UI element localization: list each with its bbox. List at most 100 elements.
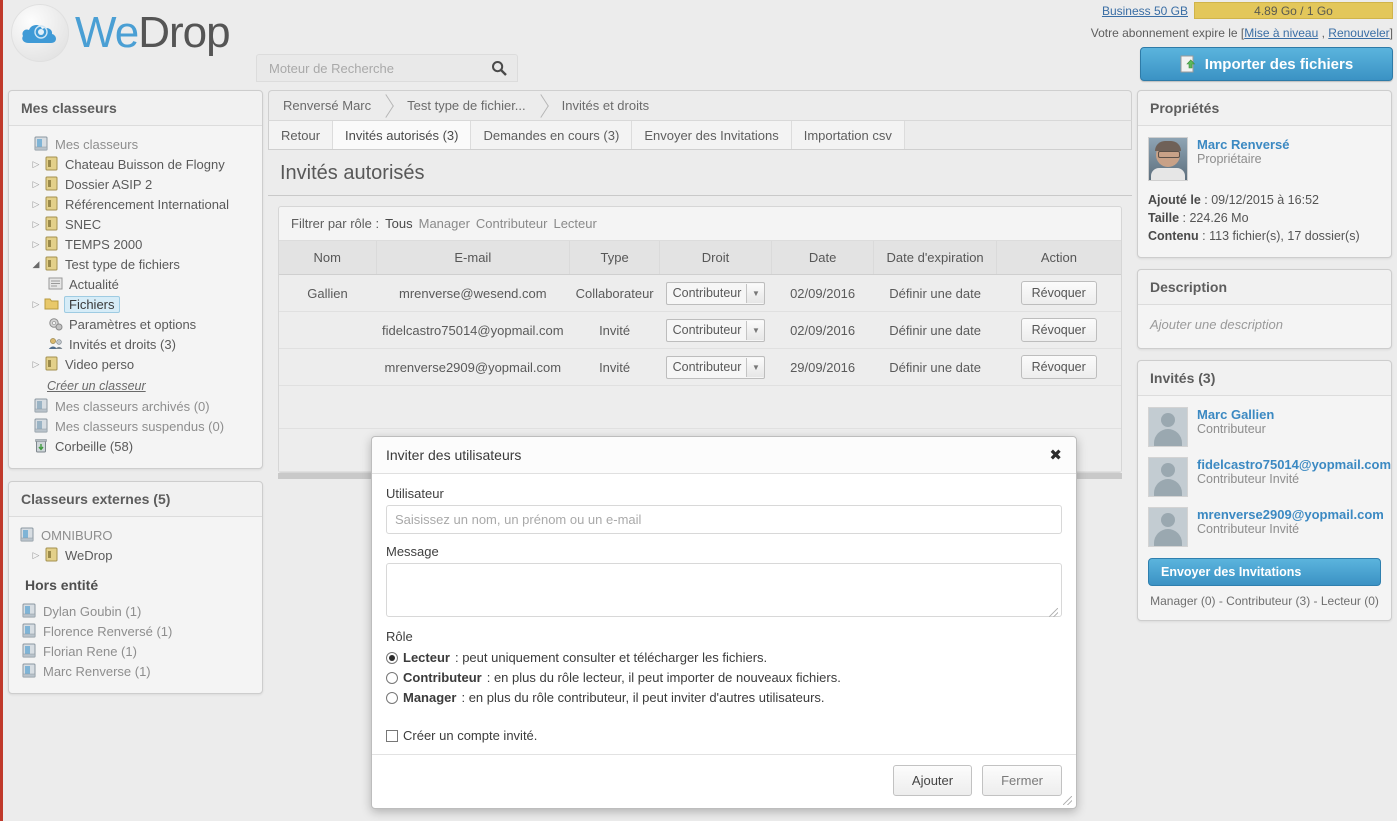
tree-item-video-perso[interactable]: ▷ Video perso	[19, 354, 252, 374]
search-bar[interactable]	[256, 54, 518, 82]
guest-account-option[interactable]: Créer un compte invité.	[386, 726, 1062, 746]
guest-list-item[interactable]: mrenverse2909@yopmail.com Contributeur I…	[1148, 504, 1384, 554]
tree-item-folder[interactable]: ▷ Chateau Buisson de Flogny	[19, 154, 252, 174]
chevron-right-icon[interactable]: ▷	[29, 159, 43, 170]
tree-external-wedrop[interactable]: ▷ WeDrop	[19, 545, 252, 565]
column-header-nom[interactable]: Nom	[279, 241, 377, 275]
plan-link[interactable]: Business 50 GB	[1102, 4, 1188, 18]
tree-trash[interactable]: Corbeille (58)	[19, 436, 252, 456]
tree-child-fichiers[interactable]: ▷ Fichiers	[19, 294, 252, 314]
role-filter-contributeur[interactable]: Contributeur	[476, 216, 548, 231]
cell-expiration[interactable]: Définir une date	[873, 274, 997, 312]
chevron-down-icon[interactable]: ▼	[746, 357, 765, 377]
message-textarea[interactable]	[386, 563, 1062, 617]
hors-entite-item[interactable]: Marc Renverse (1)	[19, 661, 252, 681]
guest-name[interactable]: mrenverse2909@yopmail.com	[1197, 507, 1384, 522]
radio-manager[interactable]	[386, 692, 398, 704]
tree-archived-binders[interactable]: Mes classeurs archivés (0)	[19, 396, 252, 416]
column-header-date[interactable]: Date	[771, 241, 875, 275]
subscription-notice: Votre abonnement expire le [Mise à nivea…	[1091, 26, 1393, 40]
hors-entite-item[interactable]: Florence Renversé (1)	[19, 621, 252, 641]
chevron-right-icon[interactable]: ▷	[29, 359, 43, 370]
column-header-type[interactable]: Type	[569, 241, 661, 275]
chevron-down-icon[interactable]: ◢	[29, 259, 43, 270]
revoke-button[interactable]: Révoquer	[1020, 318, 1097, 342]
tab-bar: Retour Invités autorisés (3) Demandes en…	[268, 120, 1132, 150]
add-button[interactable]: Ajouter	[892, 765, 973, 796]
tree-suspended-binders[interactable]: Mes classeurs suspendus (0)	[19, 416, 252, 436]
tree-child-label: Invités et droits (3)	[69, 336, 176, 352]
description-placeholder[interactable]: Ajouter une description	[1144, 307, 1385, 342]
droit-select[interactable]: Contributeur ▼	[665, 281, 766, 305]
tree-item-folder[interactable]: ▷ TEMPS 2000	[19, 234, 252, 254]
tab-demandes-en-cours[interactable]: Demandes en cours (3)	[471, 121, 633, 149]
create-binder-link[interactable]: Créer un classeur	[19, 379, 252, 393]
user-input[interactable]	[386, 505, 1062, 534]
chevron-right-icon[interactable]: ▷	[29, 199, 43, 210]
radio-lecteur[interactable]	[386, 652, 398, 664]
tree-child-actualite[interactable]: Actualité	[19, 274, 252, 294]
checkbox-create-guest-account[interactable]	[386, 730, 398, 742]
invite-users-modal: Inviter des utilisateurs ✖ Utilisateur M…	[371, 436, 1077, 809]
tree-external-omniburo[interactable]: OMNIBURO	[19, 525, 252, 545]
tree-item-folder-expanded[interactable]: ◢ Test type de fichiers	[19, 254, 252, 274]
hors-entite-item[interactable]: Florian Rene (1)	[19, 641, 252, 661]
droit-select[interactable]: Contributeur ▼	[665, 318, 766, 342]
role-option-contributeur[interactable]: Contributeur : en plus du rôle lecteur, …	[386, 668, 1062, 688]
tree-item-folder[interactable]: ▷ Référencement International	[19, 194, 252, 214]
tree-item-folder[interactable]: ▷ Dossier ASIP 2	[19, 174, 252, 194]
tab-importation-csv[interactable]: Importation csv	[791, 121, 905, 149]
hors-entite-item[interactable]: Dylan Goubin (1)	[19, 601, 252, 621]
search-input[interactable]	[267, 59, 491, 77]
guest-name[interactable]: fidelcastro75014@yopmail.com	[1197, 457, 1391, 472]
tab-invites-autorises[interactable]: Invités autorisés (3)	[333, 121, 472, 149]
breadcrumb-item-1[interactable]: Test type de fichier...	[395, 91, 534, 120]
column-header-action[interactable]: Action	[996, 241, 1121, 275]
cell-expiration[interactable]: Définir une date	[873, 311, 997, 349]
cell-expiration[interactable]: Définir une date	[873, 348, 997, 386]
textarea-resize-handle[interactable]	[1049, 608, 1058, 617]
droit-select[interactable]: Contributeur ▼	[665, 355, 766, 379]
tree-root-my-binders[interactable]: Mes classeurs	[19, 134, 252, 154]
chevron-down-icon[interactable]: ▼	[746, 283, 765, 303]
role-filter-manager[interactable]: Manager	[419, 216, 470, 231]
tree-item-folder[interactable]: ▷ SNEC	[19, 214, 252, 234]
column-header-droit[interactable]: Droit	[659, 241, 772, 275]
chevron-down-icon[interactable]: ▼	[746, 320, 765, 340]
renew-link[interactable]: Renouveler	[1328, 26, 1389, 40]
role-option-manager[interactable]: Manager : en plus du rôle contributeur, …	[386, 688, 1062, 708]
column-header-expiration[interactable]: Date d'expiration	[873, 241, 997, 275]
tab-retour[interactable]: Retour	[269, 121, 334, 149]
role-option-lecteur[interactable]: Lecteur : peut uniquement consulter et t…	[386, 648, 1062, 668]
revoke-button[interactable]: Révoquer	[1020, 355, 1097, 379]
guest-name[interactable]: Marc Gallien	[1197, 407, 1274, 422]
guest-list-item[interactable]: Marc Gallien Contributeur	[1148, 404, 1381, 454]
guest-list-item[interactable]: fidelcastro75014@yopmail.com Contributeu…	[1148, 454, 1391, 504]
owner-name[interactable]: Marc Renversé	[1197, 137, 1290, 152]
tab-envoyer-invitations[interactable]: Envoyer des Invitations	[632, 121, 792, 149]
chevron-right-icon[interactable]: ▷	[29, 239, 43, 250]
role-filter-tous[interactable]: Tous	[385, 216, 412, 231]
column-header-email[interactable]: E-mail	[376, 241, 571, 275]
modal-resize-handle[interactable]	[1063, 796, 1072, 805]
chevron-right-icon[interactable]: ▷	[29, 550, 43, 561]
search-icon[interactable]	[491, 60, 507, 76]
tree-child-invites[interactable]: Invités et droits (3)	[19, 334, 252, 354]
close-button[interactable]: Fermer	[982, 765, 1062, 796]
chevron-right-icon[interactable]: ▷	[29, 179, 43, 190]
upgrade-link[interactable]: Mise à niveau	[1244, 26, 1318, 40]
role-filter-lecteur[interactable]: Lecteur	[553, 216, 596, 231]
radio-contributeur[interactable]	[386, 672, 398, 684]
breadcrumb-item-2[interactable]: Invités et droits	[550, 91, 657, 120]
close-icon[interactable]: ✖	[1049, 448, 1062, 463]
send-invitations-button[interactable]: Envoyer des Invitations	[1148, 558, 1381, 586]
tree-child-parametres[interactable]: Paramètres et options	[19, 314, 252, 334]
breadcrumb: Renversé Marc Test type de fichier... In…	[268, 90, 1132, 120]
chevron-right-icon[interactable]: ▷	[29, 219, 43, 230]
breadcrumb-item-0[interactable]: Renversé Marc	[269, 91, 379, 120]
chevron-right-icon[interactable]: ▷	[29, 299, 43, 310]
import-files-button[interactable]: Importer des fichiers	[1140, 47, 1393, 81]
revoke-button[interactable]: Révoquer	[1020, 281, 1097, 305]
description-body[interactable]: Ajouter une description	[1138, 305, 1391, 348]
app-logo[interactable]: WeDrop	[11, 4, 231, 62]
